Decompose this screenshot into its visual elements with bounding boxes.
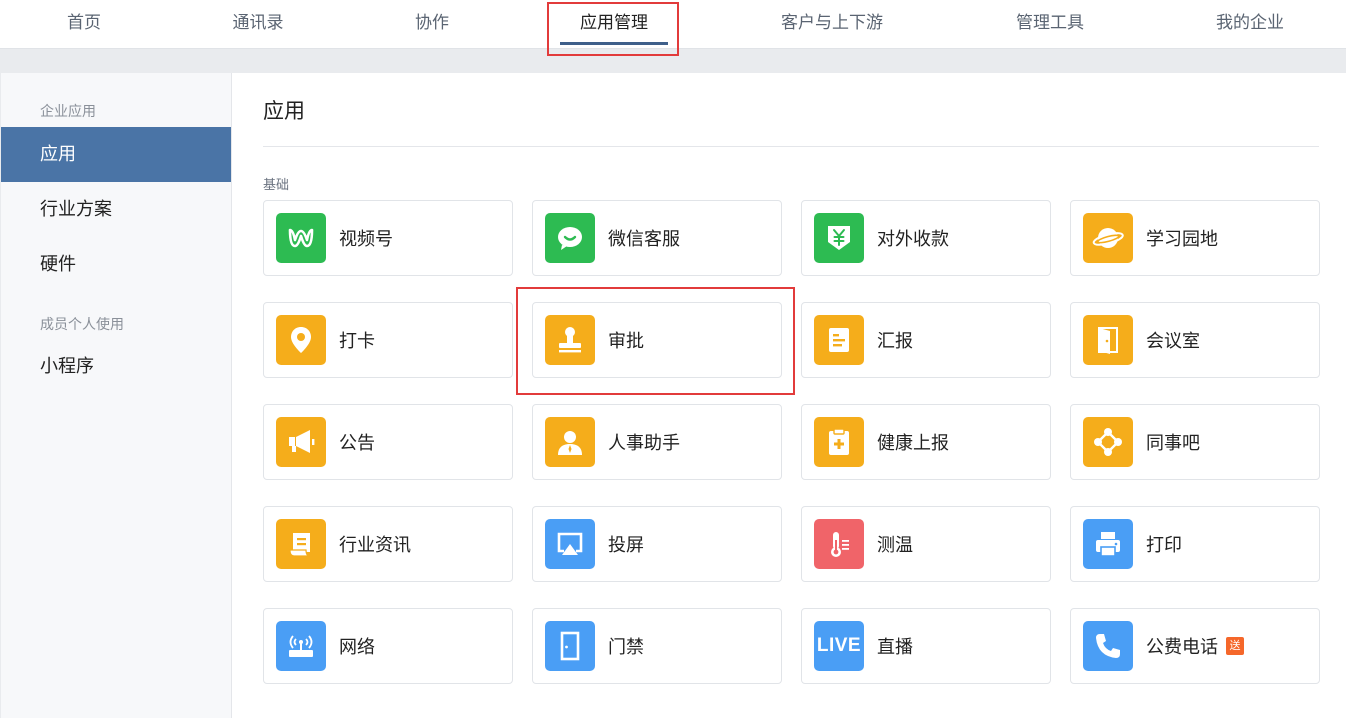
app-card-live[interactable]: LIVE 直播 bbox=[801, 608, 1051, 684]
app-card-external-payment[interactable]: 对外收款 bbox=[801, 200, 1051, 276]
title-divider bbox=[263, 146, 1319, 147]
nav-home[interactable]: 首页 bbox=[67, 0, 101, 48]
app-card-network[interactable]: 网络 bbox=[263, 608, 513, 684]
nav-contacts[interactable]: 通讯录 bbox=[233, 0, 284, 48]
app-name: 直播 bbox=[877, 637, 913, 658]
app-name: 同事吧 bbox=[1146, 433, 1200, 454]
video-channel-icon bbox=[276, 213, 326, 263]
app-card-learning[interactable]: 学习园地 bbox=[1070, 200, 1320, 276]
app-card-wechat-service[interactable]: 微信客服 bbox=[532, 200, 782, 276]
main-panel: 企业应用 应用 行业方案 硬件 成员个人使用 小程序 应用 基础 视频号 微信客… bbox=[1, 73, 1346, 718]
sidebar-item-mini-programs[interactable]: 小程序 bbox=[1, 339, 231, 394]
sidebar-item-hardware[interactable]: 硬件 bbox=[1, 237, 231, 292]
app-name: 门禁 bbox=[608, 637, 644, 658]
nav-my-company[interactable]: 我的企业 bbox=[1216, 0, 1284, 48]
app-name: 公告 bbox=[339, 433, 375, 454]
app-grid: 视频号 微信客服 对外收款 学习园地 打卡 审批 汇报 会议室 公告 人事助手 … bbox=[263, 200, 1320, 684]
sidebar-section-enterprise-apps: 企业应用 bbox=[40, 104, 96, 120]
app-name: 行业资讯 bbox=[339, 535, 411, 556]
megaphone-icon bbox=[276, 417, 326, 467]
app-card-screen-cast[interactable]: 投屏 bbox=[532, 506, 782, 582]
health-clipboard-icon bbox=[814, 417, 864, 467]
chat-bubble-icon bbox=[545, 213, 595, 263]
phone-icon bbox=[1083, 621, 1133, 671]
screen-cast-icon bbox=[545, 519, 595, 569]
app-name: 学习园地 bbox=[1146, 229, 1218, 250]
app-name: 人事助手 bbox=[608, 433, 680, 454]
app-name: 汇报 bbox=[877, 331, 913, 352]
app-card-temperature[interactable]: 测温 bbox=[801, 506, 1051, 582]
network-nodes-icon bbox=[1083, 417, 1133, 467]
app-name: 打卡 bbox=[339, 331, 375, 352]
app-name: 健康上报 bbox=[877, 433, 949, 454]
live-icon-text: LIVE bbox=[816, 635, 862, 656]
app-card-video-channel[interactable]: 视频号 bbox=[263, 200, 513, 276]
nav-admin-tools[interactable]: 管理工具 bbox=[1016, 0, 1084, 48]
app-name: 微信客服 bbox=[608, 229, 680, 250]
access-door-icon bbox=[545, 621, 595, 671]
app-name: 网络 bbox=[339, 637, 375, 658]
app-name: 审批 bbox=[608, 331, 644, 352]
planet-icon bbox=[1083, 213, 1133, 263]
app-card-meeting-room[interactable]: 会议室 bbox=[1070, 302, 1320, 378]
sidebar-item-industry-solutions[interactable]: 行业方案 bbox=[1, 182, 231, 237]
app-card-access-control[interactable]: 门禁 bbox=[532, 608, 782, 684]
stamp-icon bbox=[545, 315, 595, 365]
app-name: 公费电话 bbox=[1146, 637, 1218, 658]
nav-collaboration[interactable]: 协作 bbox=[415, 0, 449, 48]
scroll-icon bbox=[276, 519, 326, 569]
app-card-report[interactable]: 汇报 bbox=[801, 302, 1051, 378]
printer-icon bbox=[1083, 519, 1133, 569]
door-icon bbox=[1083, 315, 1133, 365]
top-nav: 首页 通讯录 协作 应用管理 客户与上下游 管理工具 我的企业 bbox=[0, 0, 1346, 49]
sidebar: 企业应用 应用 行业方案 硬件 成员个人使用 小程序 bbox=[1, 73, 232, 718]
nav-active-indicator-wrap bbox=[560, 0, 668, 48]
app-name: 测温 bbox=[877, 535, 913, 556]
router-icon bbox=[276, 621, 326, 671]
location-pin-icon bbox=[276, 315, 326, 365]
page-title: 应用 bbox=[263, 99, 305, 123]
app-card-check-in[interactable]: 打卡 bbox=[263, 302, 513, 378]
app-card-health-report[interactable]: 健康上报 bbox=[801, 404, 1051, 480]
app-name: 打印 bbox=[1146, 535, 1182, 556]
app-card-colleague-circle[interactable]: 同事吧 bbox=[1070, 404, 1320, 480]
report-icon bbox=[814, 315, 864, 365]
app-name: 视频号 bbox=[339, 229, 393, 250]
app-card-industry-news[interactable]: 行业资讯 bbox=[263, 506, 513, 582]
app-name: 对外收款 bbox=[877, 229, 949, 250]
sidebar-item-apps[interactable]: 应用 bbox=[1, 127, 231, 182]
thermometer-icon bbox=[814, 519, 864, 569]
app-name: 投屏 bbox=[608, 535, 644, 556]
nav-active-indicator bbox=[560, 42, 668, 45]
yuan-shield-icon bbox=[814, 213, 864, 263]
person-icon bbox=[545, 417, 595, 467]
nav-customers[interactable]: 客户与上下游 bbox=[781, 0, 883, 48]
sidebar-section-personal-use: 成员个人使用 bbox=[40, 317, 124, 333]
app-card-hr-assistant[interactable]: 人事助手 bbox=[532, 404, 782, 480]
live-icon: LIVE bbox=[814, 621, 864, 671]
app-card-print[interactable]: 打印 bbox=[1070, 506, 1320, 582]
app-card-business-phone[interactable]: 公费电话 送 bbox=[1070, 608, 1320, 684]
group-title-basic: 基础 bbox=[263, 178, 290, 193]
app-name: 会议室 bbox=[1146, 331, 1200, 352]
app-card-approval[interactable]: 审批 bbox=[532, 302, 782, 378]
content-area: 应用 基础 视频号 微信客服 对外收款 学习园地 打卡 审批 汇报 会议室 公告… bbox=[263, 73, 1320, 718]
gift-badge: 送 bbox=[1226, 637, 1244, 655]
app-card-announcement[interactable]: 公告 bbox=[263, 404, 513, 480]
